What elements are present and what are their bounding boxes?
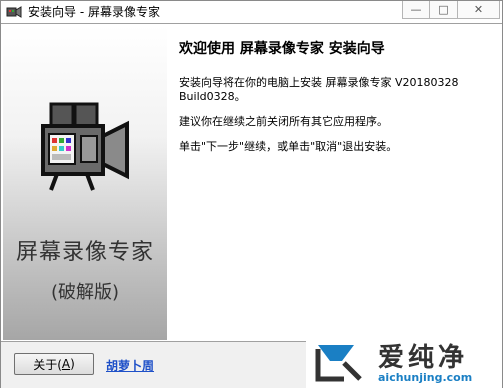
watermark-url: aichunjing.com	[378, 371, 473, 384]
sidebar-product-name: 屏幕录像专家	[15, 240, 154, 265]
wizard-sidebar-banner: 屏幕录像专家 (破解版)	[3, 26, 167, 340]
title-bar[interactable]: 安装向导 - 屏幕录像专家 — □ ✕	[1, 1, 502, 23]
about-button[interactable]: 关于(A)	[14, 353, 94, 375]
watermark-logo-icon	[315, 345, 362, 382]
video-camera-icon	[41, 102, 129, 191]
minimize-button[interactable]: —	[402, 1, 430, 19]
window-title: 安装向导 - 屏幕录像专家	[28, 5, 160, 19]
welcome-heading: 欢迎使用 屏幕录像专家 安装向导	[179, 41, 385, 57]
welcome-panel: 欢迎使用 屏幕录像专家 安装向导 安装向导将在你的电脑上安装 屏幕录像专家 V2…	[179, 38, 489, 165]
author-link[interactable]: 胡萝卜周	[106, 357, 154, 374]
about-button-label: 关于(	[33, 357, 62, 372]
watermark-brand: 爱纯净	[378, 343, 469, 373]
watermark-overlay: 爱纯净 aichunjing.com	[306, 333, 502, 389]
close-apps-advice-text: 建议你在继续之前关闭所有其它应用程序。	[179, 115, 388, 128]
next-or-cancel-instruction-text: 单击"下一步"继续，或单击"取消"退出安装。	[179, 140, 398, 153]
sidebar-edition: (破解版)	[50, 282, 120, 303]
install-info-text: 安装向导将在你的电脑上安装 屏幕录像专家 V20180328 Build0328…	[179, 76, 459, 103]
about-button-accelerator: A	[61, 357, 71, 371]
maximize-button[interactable]: □	[430, 1, 458, 19]
close-button[interactable]: ✕	[458, 1, 500, 19]
app-camera-icon	[6, 6, 22, 18]
wizard-content: 屏幕录像专家 (破解版) 欢迎使用 屏幕录像专家 安装向导 安装向导将在你的电脑…	[1, 23, 502, 342]
minimize-icon: —	[410, 3, 422, 16]
about-button-label-suffix: )	[70, 357, 75, 371]
close-icon: ✕	[473, 3, 484, 16]
maximize-icon: □	[438, 3, 449, 16]
installer-window: 安装向导 - 屏幕录像专家 — □ ✕ 屏幕录像专家 (破解版) 欢迎使用 屏幕…	[0, 0, 503, 389]
caption-buttons: — □ ✕	[402, 1, 500, 21]
